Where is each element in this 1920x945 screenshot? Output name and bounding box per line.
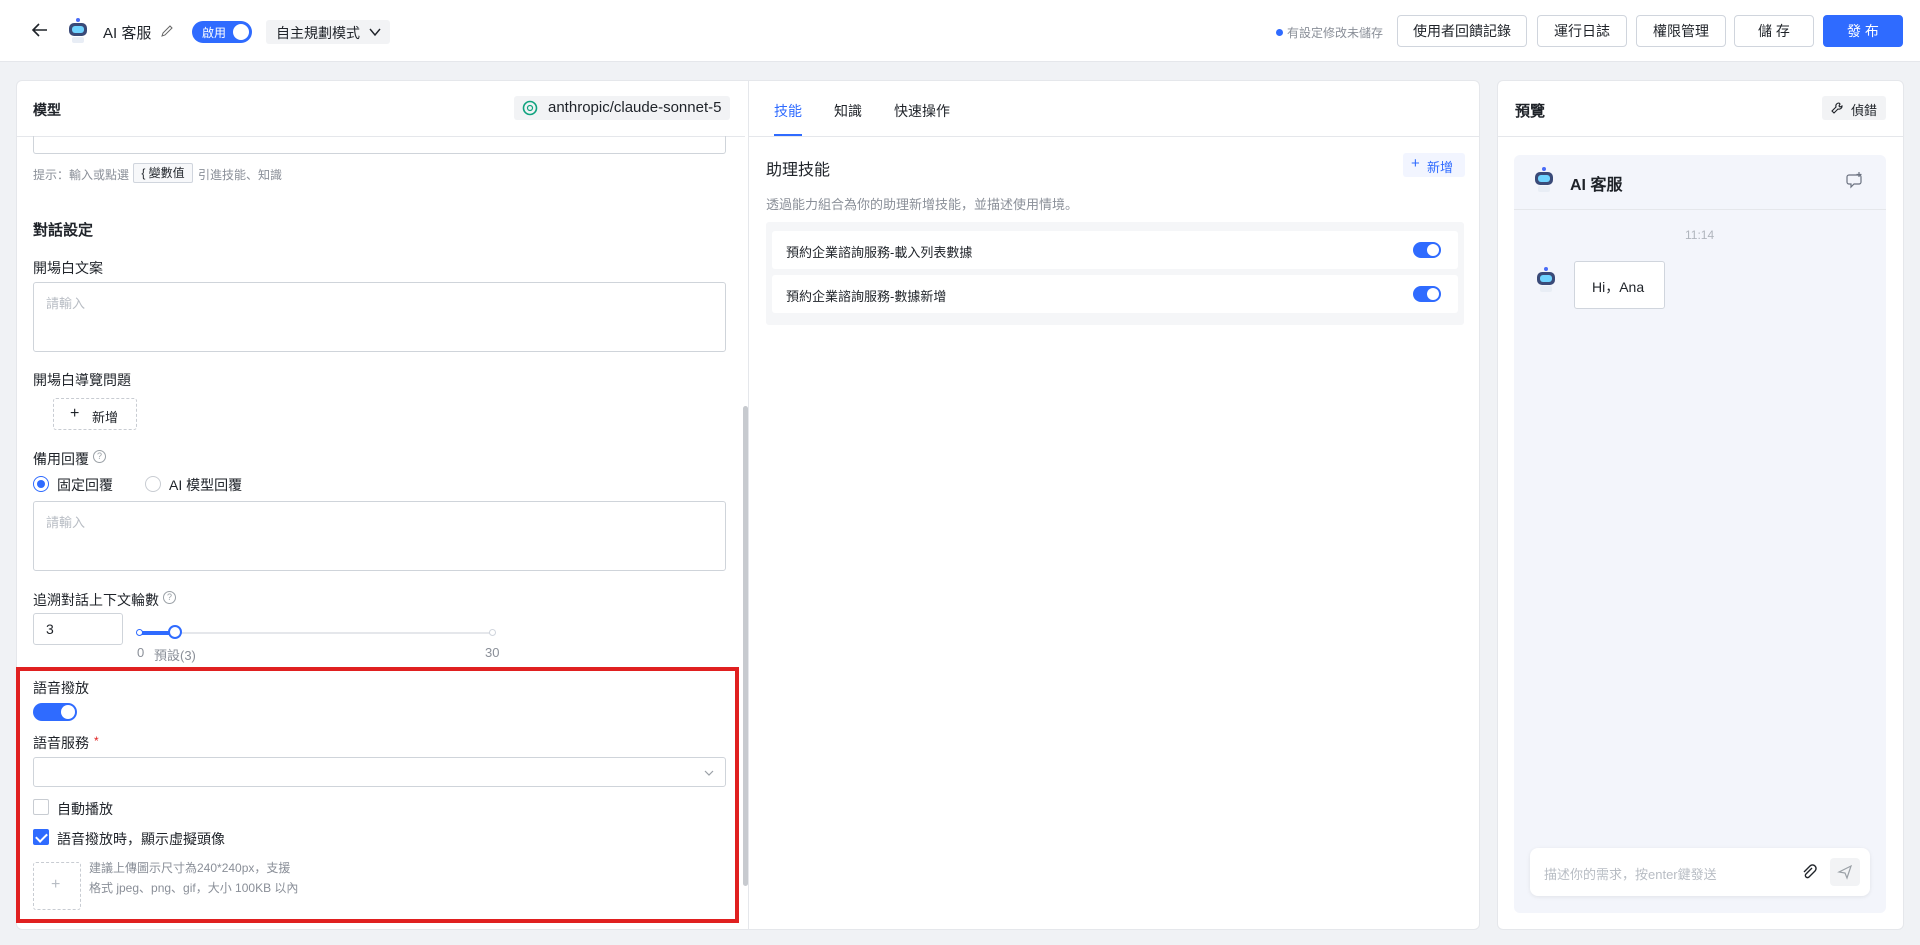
app-name: AI 客服 [103, 25, 152, 42]
skill-toggle[interactable] [1413, 242, 1441, 258]
fallback-ai-label: AI 模型回覆 [169, 477, 243, 493]
fallback-ai-radio[interactable] [145, 476, 161, 492]
tab-knowledge[interactable]: 知識 [834, 101, 862, 121]
slider-track [140, 632, 493, 634]
top-header: AI 客服 啟用 自主規劃模式 有設定修改未儲存 使用者回饋記錄 運行日誌 權限… [0, 0, 1920, 62]
chevron-down-icon [703, 766, 715, 778]
preview-divider [1498, 136, 1903, 137]
preview-title: 預覽 [1515, 103, 1546, 120]
skill-name: 預約企業諮詢服務-數據新增 [786, 289, 947, 304]
opening-label: 開場白文案 [33, 260, 103, 276]
skill-toggle[interactable] [1413, 286, 1441, 302]
paperclip-icon[interactable] [1800, 863, 1818, 881]
publish-button[interactable]: 發 布 [1823, 15, 1903, 47]
enable-toggle[interactable]: 啟用 [192, 21, 252, 43]
save-button[interactable]: 儲 存 [1734, 15, 1814, 47]
skill-name: 預約企業諮詢服務-載入列表數據 [786, 245, 973, 260]
back-arrow-icon[interactable] [30, 20, 50, 40]
avatar-upload[interactable]: + [33, 862, 81, 910]
robot-avatar-icon [64, 16, 92, 44]
enable-toggle-label: 啟用 [202, 26, 227, 40]
slider-default-label: 預設(3) [154, 648, 196, 663]
context-number-input[interactable]: 3 [33, 613, 123, 645]
voice-service-label: 語音服務 [33, 735, 89, 751]
dialog-section-title: 對話設定 [33, 222, 94, 239]
debug-button[interactable]: 偵錯 [1822, 96, 1886, 120]
fallback-textarea[interactable]: 請輸入 [33, 501, 726, 571]
skill-row[interactable]: 預約企業諮詢服務-數據新增 [772, 275, 1458, 313]
prompt-textarea[interactable] [33, 136, 726, 154]
add-skill-button[interactable]: + 新增 [1403, 153, 1465, 177]
tabs-divider [749, 136, 1479, 137]
model-label: 模型 [33, 102, 61, 118]
chat-window [1514, 155, 1886, 913]
fallback-label: 備用回覆 [33, 451, 89, 467]
guide-label: 開場白導覽問題 [33, 372, 131, 388]
new-chat-icon[interactable] [1846, 171, 1864, 189]
help-circle-icon: ? [93, 450, 106, 463]
required-mark: * [94, 734, 99, 748]
slider-max-label: 30 [485, 645, 500, 660]
unsaved-notice: 有設定修改未儲存 [1287, 26, 1384, 40]
tab-skills[interactable]: 技能 [774, 101, 802, 121]
robot-avatar-icon [1532, 265, 1560, 293]
chat-input-placeholder: 描述你的需求，按enter鍵發送 [1544, 867, 1717, 882]
chat-bot-name: AI 客服 [1570, 177, 1623, 194]
chat-input[interactable]: 描述你的需求，按enter鍵發送 [1530, 848, 1870, 896]
voice-service-select[interactable] [33, 757, 726, 787]
plus-icon: + [1411, 155, 1420, 172]
opening-textarea[interactable]: 請輸入 [33, 282, 726, 352]
avatar-checkbox[interactable] [33, 829, 49, 845]
skills-description: 透過能力組合為你的助理新增技能，並描述使用情境。 [766, 197, 1079, 212]
variable-chip[interactable]: { 變數值 [133, 163, 193, 183]
unsaved-dot [1276, 29, 1283, 36]
autoplay-label: 自動播放 [57, 801, 113, 817]
chat-message: Hi，Ana [1592, 279, 1645, 295]
model-selector[interactable]: anthropic/claude-sonnet-5 [514, 96, 730, 120]
context-label: 追溯對話上下文輪數 [33, 592, 159, 608]
chevron-down-icon [368, 25, 382, 39]
voice-toggle[interactable] [33, 703, 77, 721]
upload-hint: 建議上傳圖示尺寸為240*240px，支援格式 jpeg、png、gif，大小 … [89, 861, 299, 895]
model-value: anthropic/claude-sonnet-5 [548, 99, 722, 116]
wrench-icon [1830, 101, 1844, 115]
send-icon [1837, 864, 1853, 880]
mode-dropdown-label: 自主規劃模式 [276, 25, 360, 41]
permissions-button[interactable]: 權限管理 [1636, 15, 1726, 47]
help-circle-icon: ? [163, 591, 176, 604]
slider-min-label: 0 [137, 645, 145, 660]
fallback-fixed-label: 固定回覆 [57, 477, 113, 493]
slider-max-dot [489, 629, 496, 636]
edit-pencil-icon[interactable] [160, 24, 174, 38]
hint-suffix: 引進技能、知識 [198, 168, 283, 182]
send-button[interactable] [1830, 858, 1860, 886]
chat-timestamp: 11:14 [1685, 228, 1715, 242]
autoplay-checkbox[interactable] [33, 799, 49, 815]
run-log-button[interactable]: 運行日誌 [1537, 15, 1627, 47]
tab-quick-actions[interactable]: 快速操作 [894, 101, 950, 121]
plus-icon: + [70, 405, 80, 422]
feedback-log-button[interactable]: 使用者回饋記錄 [1397, 15, 1527, 47]
robot-avatar-icon [1530, 165, 1558, 193]
column-divider [748, 80, 749, 930]
hint-prefix: 提示：輸入或點選 [33, 168, 130, 182]
chat-bubble: Hi，Ana [1574, 261, 1665, 309]
chat-header-divider [1514, 209, 1886, 210]
avatar-label: 語音撥放時，顯示虛擬頭像 [57, 831, 225, 847]
openai-logo-icon [522, 100, 538, 116]
voice-label: 語音撥放 [33, 680, 89, 696]
slider-min-dot [136, 629, 143, 636]
guide-add-button[interactable]: + 新增 [53, 398, 137, 430]
skill-row[interactable]: 預約企業諮詢服務-載入列表數據 [772, 231, 1458, 269]
mode-dropdown[interactable]: 自主規劃模式 [266, 20, 390, 44]
fallback-fixed-radio[interactable] [33, 476, 49, 492]
skills-title: 助理技能 [766, 162, 831, 179]
plus-icon: + [51, 876, 61, 893]
